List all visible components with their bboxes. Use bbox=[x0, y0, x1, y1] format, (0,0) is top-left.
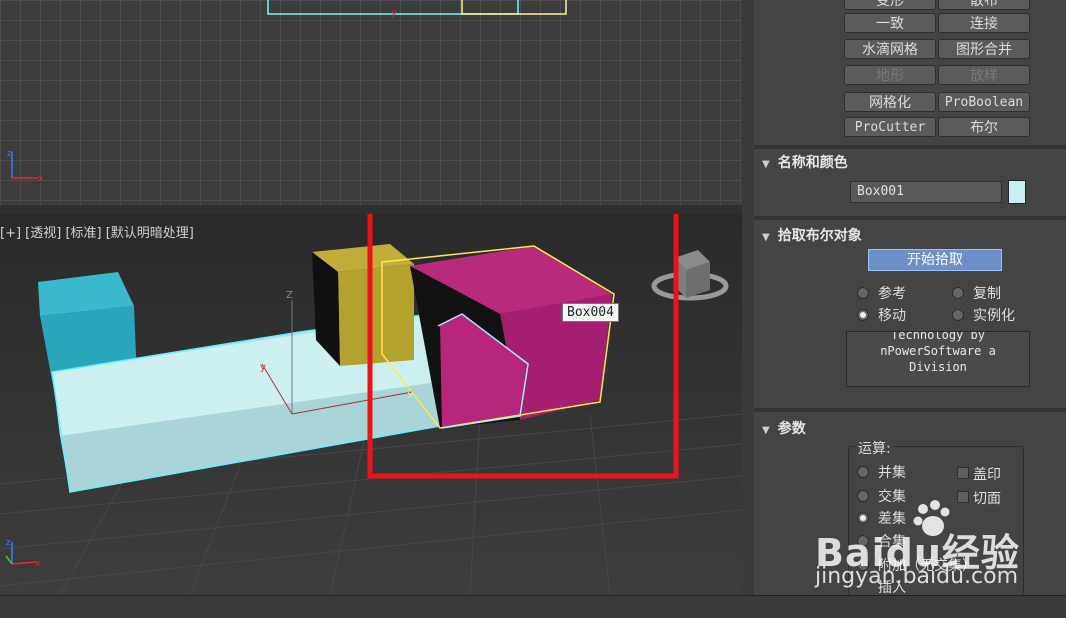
credits-line: Division bbox=[909, 360, 967, 374]
checkbox-imprint-label[interactable]: 盖印 bbox=[973, 464, 1001, 484]
viewport-divider-horizontal[interactable] bbox=[0, 205, 742, 214]
watermark-url: jingyan.baidu.com bbox=[815, 564, 1019, 589]
svg-text:z: z bbox=[6, 538, 11, 548]
collapse-triangle-icon: ▼ bbox=[762, 425, 770, 436]
axis-tripod-persp-icon: z x bbox=[5, 538, 41, 569]
rollout-separator bbox=[754, 216, 1066, 220]
procutter-button[interactable]: ProCutter bbox=[844, 117, 936, 137]
svg-text:x: x bbox=[407, 388, 414, 401]
viewcube-icon bbox=[651, 250, 729, 301]
loft-button[interactable]: 放样 bbox=[938, 65, 1030, 85]
svg-text:y: y bbox=[260, 362, 266, 373]
checkbox-imprint[interactable] bbox=[957, 467, 969, 479]
object-name-field[interactable]: Box001 bbox=[850, 181, 1002, 203]
radio-reference-label[interactable]: 参考 bbox=[878, 283, 906, 303]
checkbox-cookie[interactable] bbox=[957, 491, 969, 503]
radio-union-label[interactable]: 并集 bbox=[878, 462, 906, 482]
viewport-divider-vertical[interactable] bbox=[742, 0, 754, 595]
blobmesh-button[interactable]: 水滴网格 bbox=[844, 39, 936, 59]
rollout-separator bbox=[754, 145, 1066, 149]
radio-intersection[interactable] bbox=[857, 490, 869, 502]
object-tooltip: Box004 bbox=[562, 303, 619, 322]
top-axis-y-label: y bbox=[391, 8, 397, 19]
svg-text:x: x bbox=[38, 174, 44, 184]
viewport-perspective[interactable]: [+] [透视] [标准] [默认明暗处理] Z y x Box004 z x bbox=[0, 214, 742, 595]
svg-text:z: z bbox=[7, 149, 12, 159]
rollout-pick-boolean-title: 拾取布尔对象 bbox=[777, 228, 862, 244]
terrain-button[interactable]: 地形 bbox=[844, 65, 936, 85]
shapemerge-button[interactable]: 图形合并 bbox=[938, 39, 1030, 59]
conform-button[interactable]: 一致 bbox=[844, 13, 936, 33]
radio-union[interactable] bbox=[857, 466, 869, 478]
yellow-box bbox=[312, 244, 414, 366]
mesher-button[interactable]: 网格化 bbox=[844, 92, 936, 112]
credits-box: Technology by nPowerSoftware a Division bbox=[846, 331, 1030, 387]
credits-line: nPowerSoftware a bbox=[880, 344, 996, 358]
proboolean-button[interactable]: ProBoolean bbox=[938, 92, 1030, 112]
object-color-swatch[interactable] bbox=[1008, 180, 1026, 204]
radio-copy-label[interactable]: 复制 bbox=[973, 283, 1001, 303]
rollout-pick-boolean[interactable]: ▼ 拾取布尔对象 bbox=[762, 225, 862, 245]
radio-intersection-label[interactable]: 交集 bbox=[878, 486, 906, 506]
rollout-name-color[interactable]: ▼ 名称和颜色 bbox=[762, 152, 848, 172]
collapse-triangle-icon: ▼ bbox=[762, 159, 770, 170]
status-bar bbox=[0, 595, 1066, 618]
boolean-button[interactable]: 布尔 bbox=[938, 117, 1030, 137]
viewport-top-objects: y bbox=[267, 0, 567, 19]
radio-move-label[interactable]: 移动 bbox=[878, 305, 906, 325]
rollout-separator bbox=[754, 408, 1066, 412]
radio-instance[interactable] bbox=[952, 309, 964, 321]
viewport-top[interactable]: y z x bbox=[0, 0, 742, 205]
checkbox-cookie-label[interactable]: 切面 bbox=[973, 488, 1001, 508]
command-panel: 变形 散布 一致 连接 水滴网格 图形合并 地形 放样 网格化 ProBoole… bbox=[754, 0, 1066, 596]
scatter-button[interactable]: 散布 bbox=[938, 0, 1030, 10]
radio-instance-label[interactable]: 实例化 bbox=[973, 305, 1015, 325]
axis-tripod-top-icon: z x bbox=[7, 149, 44, 184]
tooltip-text: Box004 bbox=[567, 305, 614, 320]
start-pick-button[interactable]: 开始拾取 bbox=[868, 249, 1002, 271]
collapse-triangle-icon: ▼ bbox=[762, 232, 770, 243]
rollout-parameters[interactable]: ▼ 参数 bbox=[762, 418, 806, 438]
svg-text:Z: Z bbox=[286, 290, 293, 301]
radio-copy[interactable] bbox=[952, 287, 964, 299]
rollout-name-color-title: 名称和颜色 bbox=[777, 155, 848, 171]
radio-move[interactable] bbox=[857, 309, 869, 321]
rollout-parameters-title: 参数 bbox=[777, 421, 806, 437]
radio-reference[interactable] bbox=[857, 287, 869, 299]
perspective-scene: Z y x bbox=[0, 214, 742, 595]
operation-group-label: 运算: bbox=[856, 438, 893, 458]
top-box-outline-yellow bbox=[461, 0, 567, 15]
connect-button[interactable]: 连接 bbox=[938, 13, 1030, 33]
svg-text:x: x bbox=[35, 559, 41, 569]
credits-line: Technology by bbox=[891, 331, 985, 342]
morph-button[interactable]: 变形 bbox=[844, 0, 936, 10]
